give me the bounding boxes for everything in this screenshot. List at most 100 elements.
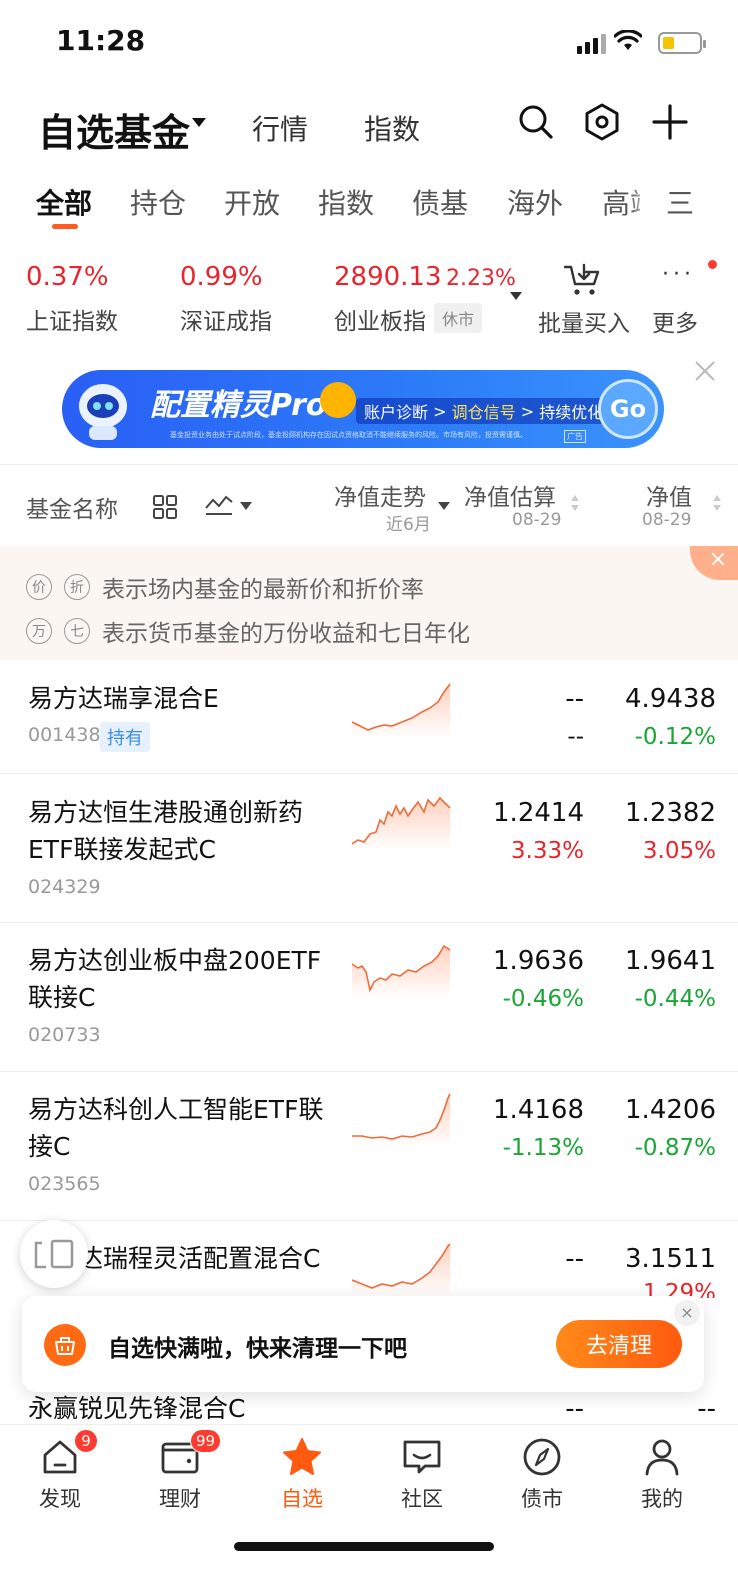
banner-steps: 账户诊断 > 调仓信号 > 持续优化 bbox=[356, 398, 612, 424]
nav-label: 理财 bbox=[159, 1487, 201, 1511]
nav-watchlist[interactable]: 自选 bbox=[252, 1435, 352, 1513]
info-price-text: 表示场内基金的最新价和折价率 bbox=[102, 577, 424, 603]
column-nav-estimate[interactable]: 净值估算 bbox=[464, 478, 556, 512]
fund-name[interactable]: 永赢锐见先锋混合C bbox=[28, 1390, 338, 1427]
index-sh-change[interactable]: 0.37% bbox=[26, 262, 109, 292]
tab-index[interactable]: 指数 bbox=[318, 182, 374, 222]
fund-name[interactable]: 易方达创业板中盘200ETF联接C bbox=[28, 942, 338, 1016]
nav-label: 我的 bbox=[641, 1487, 683, 1511]
nav-label: 社区 bbox=[401, 1487, 443, 1511]
fund-nav-estimate-change: -0.46% bbox=[502, 986, 584, 1012]
toast-close-icon[interactable]: × bbox=[674, 1300, 700, 1326]
index-sh-name[interactable]: 上证指数 bbox=[26, 302, 118, 336]
fund-code: 020733 bbox=[28, 1024, 101, 1046]
tab-open[interactable]: 开放 bbox=[224, 182, 280, 222]
tab-menu-icon[interactable]: 三 bbox=[666, 182, 694, 222]
divider bbox=[0, 1220, 738, 1221]
tab-overseas[interactable]: 海外 bbox=[507, 182, 563, 222]
nav-trend-sparkline bbox=[352, 1243, 451, 1296]
tab-active-indicator bbox=[52, 224, 78, 229]
banner-close-icon[interactable] bbox=[692, 358, 718, 384]
compass-icon bbox=[523, 1438, 561, 1476]
fund-nav-estimate: -- bbox=[565, 1244, 584, 1274]
discount-badge-icon: 折 bbox=[64, 574, 90, 600]
column-nav-trend[interactable]: 净值走势 bbox=[334, 478, 426, 512]
column-nav[interactable]: 净值 bbox=[646, 478, 692, 512]
tab-bond[interactable]: 债基 bbox=[412, 182, 468, 222]
user-icon bbox=[645, 1439, 679, 1476]
per-10k-badge-icon: 万 bbox=[26, 618, 52, 644]
basket-icon bbox=[44, 1324, 86, 1366]
index-expand-caret-icon[interactable] bbox=[510, 292, 522, 300]
grid-view-icon[interactable] bbox=[152, 494, 178, 520]
sort-icon[interactable] bbox=[570, 494, 580, 512]
index-cyb-name[interactable]: 创业板指 bbox=[334, 302, 426, 336]
fund-nav-estimate: 1.4168 bbox=[493, 1095, 584, 1125]
sort-icon[interactable] bbox=[712, 494, 722, 512]
star-icon bbox=[283, 1438, 321, 1475]
fund-nav-estimate: -- bbox=[565, 684, 584, 714]
index-sz-name[interactable]: 深证成指 bbox=[180, 302, 272, 336]
divider bbox=[0, 922, 738, 923]
more-dots-icon[interactable]: ··· bbox=[662, 262, 695, 287]
wifi-icon bbox=[614, 30, 642, 50]
cart-download-icon[interactable] bbox=[562, 262, 602, 298]
fund-nav-change: -0.87% bbox=[634, 1135, 716, 1161]
fund-name[interactable]: 易方达恒生港股通创新药ETF联接发起式C bbox=[28, 794, 338, 868]
page-title-dropdown[interactable]: 自选基金 bbox=[38, 102, 190, 157]
floating-action-button[interactable] bbox=[20, 1220, 88, 1288]
banner-step2: 调仓信号 bbox=[451, 403, 516, 422]
divider bbox=[0, 464, 738, 465]
status-time: 11:28 bbox=[56, 24, 146, 57]
banner-step1: 账户诊断 bbox=[364, 403, 429, 422]
banner-disclaimer: 基金投资业务由处于试点阶段，基金投顾机构存在因试点资格取消不能继续服务的风险。市… bbox=[170, 431, 527, 439]
nav-community[interactable]: 社区 bbox=[372, 1435, 472, 1513]
index-cyb-change[interactable]: 2.23% bbox=[446, 266, 516, 291]
float-panel-icon bbox=[34, 1239, 74, 1269]
divider bbox=[0, 773, 738, 774]
cellular-signal-icon bbox=[577, 34, 606, 54]
fund-nav-estimate-change: -- bbox=[567, 724, 584, 750]
fund-nav-change: 3.05% bbox=[642, 838, 716, 864]
batch-buy-label[interactable]: 批量买入 bbox=[538, 304, 630, 338]
nav-market[interactable]: 行情 bbox=[252, 108, 308, 148]
nav-index[interactable]: 指数 bbox=[364, 108, 420, 148]
fund-nav-value: 1.9641 bbox=[625, 946, 716, 976]
chart-dropdown-caret-icon[interactable] bbox=[240, 502, 252, 510]
fund-name[interactable]: 易方达瑞享混合E bbox=[28, 680, 338, 717]
column-nav-trend-period[interactable]: 近6月 bbox=[386, 510, 431, 535]
fund-nav-value: 1.4206 bbox=[625, 1095, 716, 1125]
fund-nav-estimate: 1.9636 bbox=[493, 946, 584, 976]
index-sz-change[interactable]: 0.99% bbox=[180, 262, 263, 292]
more-label[interactable]: 更多 bbox=[652, 304, 698, 338]
fund-nav-value: 3.1511 bbox=[625, 1244, 716, 1274]
caret-down-icon[interactable] bbox=[192, 118, 206, 127]
nav-bond-market[interactable]: 债市 bbox=[492, 1435, 592, 1513]
fund-name[interactable]: 易方达科创人工智能ETF联接C bbox=[28, 1091, 338, 1165]
nav-trend-sparkline bbox=[352, 1093, 451, 1146]
chart-line-icon[interactable] bbox=[204, 492, 234, 520]
trend-dropdown-caret-icon[interactable] bbox=[438, 502, 450, 510]
fund-nav-value: -- bbox=[697, 1394, 716, 1424]
nav-label: 债市 bbox=[521, 1487, 563, 1511]
nav-discover[interactable]: 9 发现 bbox=[10, 1429, 110, 1513]
add-icon[interactable] bbox=[650, 102, 690, 142]
banner-go-button[interactable]: Go bbox=[598, 379, 658, 439]
home-indicator bbox=[234, 1542, 494, 1551]
nav-profile[interactable]: 我的 bbox=[612, 1435, 712, 1513]
tab-all[interactable]: 全部 bbox=[36, 182, 92, 222]
nav-trend-sparkline bbox=[352, 683, 451, 738]
seven-day-badge-icon: 七 bbox=[64, 618, 90, 644]
nav-wealth[interactable]: 99 理财 bbox=[130, 1429, 230, 1513]
nav-trend-sparkline bbox=[352, 944, 451, 998]
info-row-money: 万 七 表示货币基金的万份收益和七日年化 bbox=[26, 614, 470, 648]
settings-hexagon-icon[interactable] bbox=[582, 102, 622, 142]
cleanup-button[interactable]: 去清理 bbox=[556, 1320, 682, 1368]
fund-nav-estimate-change: -1.13% bbox=[502, 1135, 584, 1161]
bottom-nav: 9 发现 99 理财 自选 社区 债市 我的 bbox=[0, 1424, 738, 1596]
promo-banner[interactable]: 配置精灵Pro 账户诊断 > 调仓信号 > 持续优化 基金投资业务由处于试点阶段… bbox=[62, 370, 664, 448]
search-icon[interactable] bbox=[516, 102, 556, 142]
price-badge-icon: 价 bbox=[26, 574, 52, 600]
index-cyb-value[interactable]: 2890.13 bbox=[334, 262, 442, 292]
tab-holdings[interactable]: 持仓 bbox=[130, 182, 186, 222]
